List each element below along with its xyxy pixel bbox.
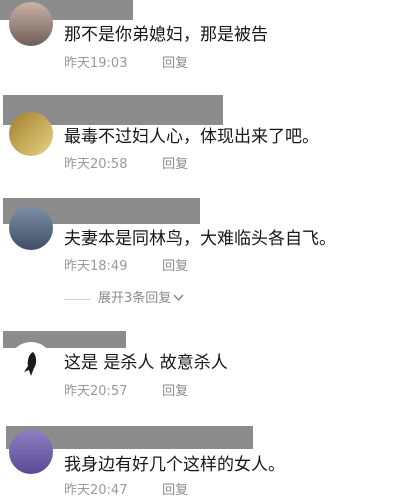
comment-text: 我身边有好几个这样的女人。 [64,455,285,475]
avatar[interactable] [9,206,53,250]
chevron-down-icon [173,290,184,308]
comment-time: 昨天19:03 [64,56,128,71]
expand-replies-button[interactable]: 展开3条回复 [64,290,184,308]
reply-button[interactable]: 回复 [162,483,188,498]
reply-button[interactable]: 回复 [162,56,188,71]
comment-text: 最毒不过妇人心，体现出来了吧。 [64,127,319,147]
avatar[interactable] [9,342,53,386]
comment-time: 昨天18:49 [64,259,128,274]
comment-time: 昨天20:57 [64,384,128,399]
comment-text: 那不是你弟媳妇，那是被告 [64,25,268,45]
comment-meta: 昨天20:47 回复 [64,482,188,500]
comment-text: 夫妻本是同林鸟，大难临头各自飞。 [64,229,336,249]
expand-replies-label: 展开3条回复 [98,291,172,306]
comment-meta: 昨天20:58 回复 [64,156,188,174]
divider [64,298,90,300]
comment-meta: 昨天18:49 回复 [64,258,188,276]
avatar[interactable] [9,430,53,474]
avatar[interactable] [9,2,53,46]
avatar-figure-icon [24,352,37,376]
comment-meta: 昨天19:03 回复 [64,55,188,73]
comment-time: 昨天20:47 [64,483,128,498]
reply-button[interactable]: 回复 [162,384,188,399]
avatar[interactable] [9,112,53,156]
reply-button[interactable]: 回复 [162,259,188,274]
reply-button[interactable]: 回复 [162,157,188,172]
comment-list: 那不是你弟媳妇，那是被告 昨天19:03 回复 最毒不过妇人心，体现出来了吧。 … [0,0,401,500]
comment-time: 昨天20:58 [64,157,128,172]
comment-text: 这是 是杀人 故意杀人 [64,353,228,373]
comment-meta: 昨天20:57 回复 [64,383,188,401]
